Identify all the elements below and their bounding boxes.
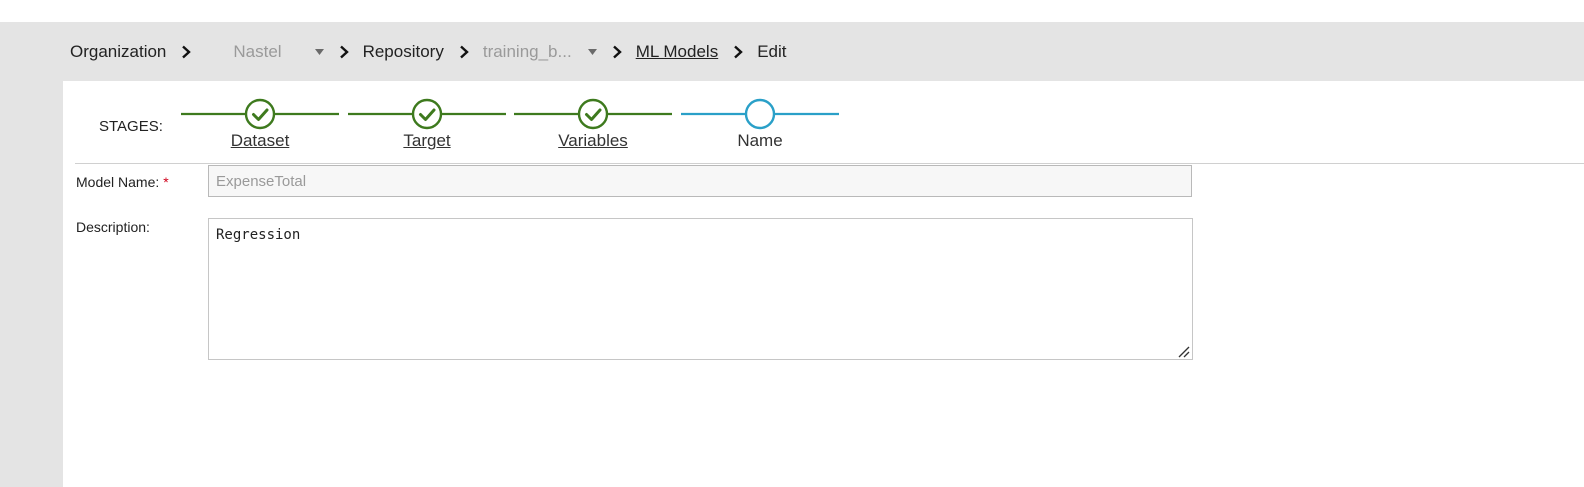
description-label: Description: (76, 219, 150, 235)
stage-variables[interactable]: Variables (533, 131, 653, 151)
required-marker: * (163, 174, 169, 190)
check-circle-icon[interactable] (577, 98, 609, 130)
check-circle-icon[interactable] (244, 98, 276, 130)
model-name-label: Model Name: * (76, 174, 169, 190)
description-textarea[interactable]: Regression (208, 218, 1193, 360)
model-name-label-text: Model Name: (76, 174, 160, 190)
model-name-input[interactable] (208, 165, 1192, 197)
stage-target[interactable]: Target (367, 131, 487, 151)
stages-divider (75, 163, 1584, 164)
resize-grip-icon[interactable] (1176, 344, 1190, 358)
empty-circle-icon (744, 98, 776, 130)
stage-dataset[interactable]: Dataset (200, 131, 320, 151)
check-circle-icon[interactable] (411, 98, 443, 130)
stage-name: Name (737, 131, 783, 150)
